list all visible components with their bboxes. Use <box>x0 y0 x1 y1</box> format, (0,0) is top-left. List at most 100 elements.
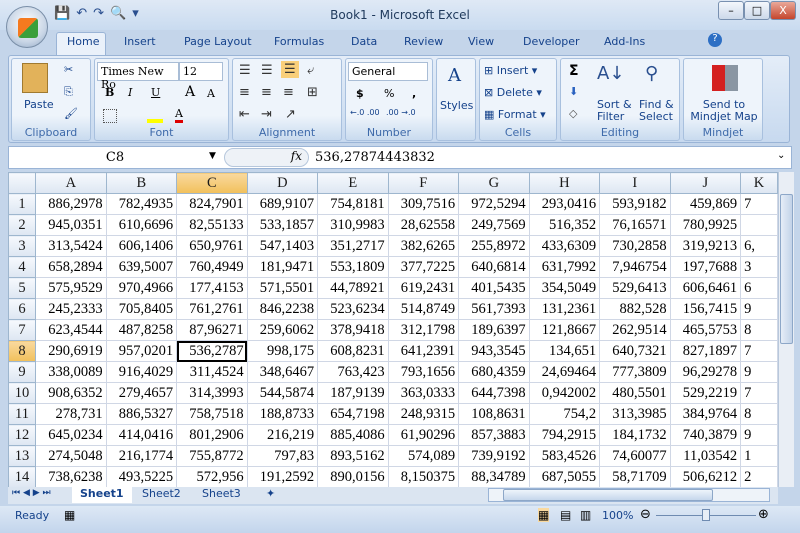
cell-i10[interactable]: 480,5501 <box>599 382 671 404</box>
cell-a3[interactable]: 313,5424 <box>35 235 107 257</box>
cell-d7[interactable]: 259,6062 <box>246 319 319 341</box>
fill-color-icon[interactable] <box>147 109 163 123</box>
orientation-icon[interactable]: ↗ <box>285 107 296 122</box>
tab-formulas[interactable]: Formulas <box>274 35 324 48</box>
cell-g13[interactable]: 739,9192 <box>458 445 530 467</box>
page-layout-view-button[interactable]: ▤ <box>560 508 571 522</box>
cell-h12[interactable]: 794,2915 <box>528 424 601 446</box>
insert-sheet-icon[interactable]: ✦ <box>258 487 283 503</box>
find-select-button[interactable]: Find & Select <box>639 99 679 123</box>
cell-a12[interactable]: 645,0234 <box>35 424 107 446</box>
cell-e2[interactable]: 310,9983 <box>317 214 389 236</box>
zoom-in-button[interactable]: ⊕ <box>758 507 769 522</box>
column-header-a[interactable]: A <box>35 172 107 194</box>
cell-d4[interactable]: 181,9471 <box>246 256 319 278</box>
column-header-e[interactable]: E <box>317 172 389 194</box>
wrap-text-icon[interactable]: ⤶ <box>307 63 314 78</box>
font-size-select[interactable]: 12 <box>179 62 223 81</box>
grow-font-button[interactable]: A <box>185 84 195 100</box>
column-header-d[interactable]: D <box>246 172 319 194</box>
column-header-b[interactable]: B <box>105 172 178 194</box>
cell-h2[interactable]: 516,352 <box>528 214 601 236</box>
font-color-button[interactable]: A <box>175 107 183 123</box>
sheet-nav-arrows[interactable]: ⏮ ◀ ▶ ⏭ <box>12 488 51 498</box>
cell-h14[interactable]: 687,5055 <box>528 466 601 487</box>
cell-d13[interactable]: 797,83 <box>246 445 319 467</box>
row-header[interactable]: 12 <box>8 424 37 446</box>
cell-e12[interactable]: 885,4086 <box>317 424 389 446</box>
cell-j11[interactable]: 384,9764 <box>669 403 742 425</box>
cell-i2[interactable]: 76,16571 <box>599 214 671 236</box>
row-header[interactable]: 10 <box>8 382 37 404</box>
cell-j2[interactable]: 780,9925 <box>669 214 742 236</box>
cell-k12[interactable]: 9 <box>740 424 778 446</box>
cell-e10[interactable]: 187,9139 <box>317 382 389 404</box>
cell-d3[interactable]: 547,1403 <box>246 235 319 257</box>
cut-icon[interactable]: ✂ <box>64 63 73 76</box>
cell-g12[interactable]: 857,3883 <box>458 424 530 446</box>
cell-c5[interactable]: 177,4153 <box>176 277 248 299</box>
cell-b12[interactable]: 414,0416 <box>105 424 178 446</box>
format-cells-button[interactable]: ▦ Format ▾ <box>484 108 546 121</box>
cell-g2[interactable]: 249,7569 <box>458 214 530 236</box>
cell-j8[interactable]: 827,1897 <box>669 340 742 362</box>
cell-b2[interactable]: 610,6696 <box>105 214 178 236</box>
cell-g3[interactable]: 255,8972 <box>458 235 530 257</box>
row-header[interactable]: 11 <box>8 403 37 425</box>
select-all-corner[interactable] <box>8 172 37 194</box>
column-header-i[interactable]: I <box>599 172 671 194</box>
cell-a9[interactable]: 338,0089 <box>35 361 107 383</box>
cell-c12[interactable]: 801,2906 <box>176 424 248 446</box>
cell-j13[interactable]: 11,03542 <box>669 445 742 467</box>
tab-add-ins[interactable]: Add-Ins <box>604 35 645 48</box>
cell-h7[interactable]: 121,8667 <box>528 319 601 341</box>
cell-e13[interactable]: 893,5162 <box>317 445 389 467</box>
cell-i4[interactable]: 7,946754 <box>599 256 671 278</box>
sheet-tab-sheet2[interactable]: Sheet2 <box>134 487 189 503</box>
cell-b5[interactable]: 970,4966 <box>105 277 178 299</box>
sheet-tab-sheet3[interactable]: Sheet3 <box>194 487 249 503</box>
cell-a13[interactable]: 274,5048 <box>35 445 107 467</box>
cell-g5[interactable]: 401,5435 <box>458 277 530 299</box>
cell-f10[interactable]: 363,0333 <box>387 382 460 404</box>
row-header[interactable]: 8 <box>8 340 37 362</box>
merge-center-icon[interactable]: ⊞ <box>307 85 318 100</box>
borders-icon[interactable] <box>103 109 117 123</box>
cell-j7[interactable]: 465,5753 <box>669 319 742 341</box>
increase-decimal-button[interactable]: ←.0 .00 <box>350 109 384 117</box>
cell-j1[interactable]: 459,869 <box>669 193 742 215</box>
cell-b8[interactable]: 957,0201 <box>105 340 178 362</box>
cell-i12[interactable]: 184,1732 <box>599 424 671 446</box>
align-bottom-icon[interactable]: ☰ <box>281 61 299 78</box>
italic-button[interactable]: I <box>128 86 132 99</box>
cell-e9[interactable]: 763,423 <box>317 361 389 383</box>
cell-g11[interactable]: 108,8631 <box>458 403 530 425</box>
cell-e3[interactable]: 351,2717 <box>317 235 389 257</box>
row-header[interactable]: 2 <box>8 214 37 236</box>
underline-button[interactable]: U <box>151 86 160 99</box>
cell-h4[interactable]: 631,7992 <box>528 256 601 278</box>
cell-f7[interactable]: 312,1798 <box>387 319 460 341</box>
cell-k14[interactable]: 2 <box>740 466 778 487</box>
cell-c8[interactable]: 536,2787 <box>176 340 248 362</box>
cell-i11[interactable]: 313,3985 <box>599 403 671 425</box>
cell-a11[interactable]: 278,731 <box>35 403 107 425</box>
cell-k6[interactable]: 9 <box>740 298 778 320</box>
cell-f2[interactable]: 28,62558 <box>387 214 460 236</box>
cell-b14[interactable]: 493,5225 <box>105 466 178 487</box>
cell-g4[interactable]: 640,6814 <box>458 256 530 278</box>
office-button[interactable] <box>6 6 48 48</box>
page-break-view-button[interactable]: ▥ <box>580 508 591 522</box>
name-box-dropdown-icon[interactable]: ▼ <box>209 151 216 161</box>
cell-k8[interactable]: 7 <box>740 340 778 362</box>
cell-b11[interactable]: 886,5327 <box>105 403 178 425</box>
cell-j9[interactable]: 96,29278 <box>669 361 742 383</box>
insert-function-button[interactable]: fx <box>224 148 309 167</box>
cell-g14[interactable]: 88,34789 <box>458 466 530 487</box>
cell-h13[interactable]: 583,4526 <box>528 445 601 467</box>
cell-a10[interactable]: 908,6352 <box>35 382 107 404</box>
cell-g10[interactable]: 644,7398 <box>458 382 530 404</box>
column-header-g[interactable]: G <box>458 172 530 194</box>
increase-indent-icon[interactable]: ⇥ <box>261 107 272 122</box>
copy-icon[interactable]: ⎘ <box>64 85 73 99</box>
